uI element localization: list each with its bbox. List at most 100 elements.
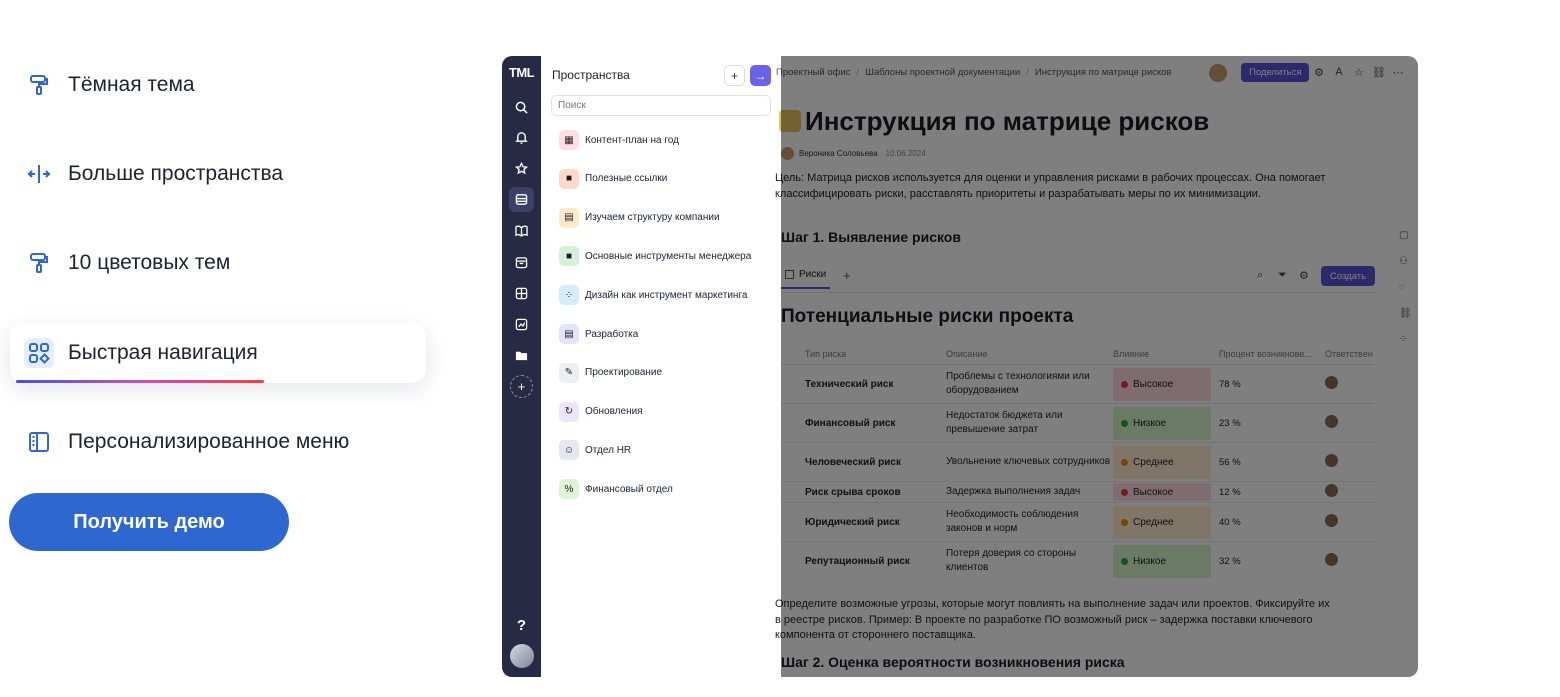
space-item[interactable]: ■ Основные инструменты менеджера — [559, 245, 751, 267]
add-tab-button[interactable]: + — [843, 268, 851, 283]
bell-icon[interactable] — [512, 128, 531, 147]
percent-cell: 12 % — [1219, 481, 1325, 503]
font-icon[interactable]: A — [1332, 66, 1346, 78]
status-dot — [1121, 557, 1128, 565]
go-button[interactable]: → — [750, 65, 771, 86]
impact-cell[interactable]: Низкое — [1113, 403, 1219, 443]
doc-date: 10.06.2024 — [885, 149, 926, 158]
link-icon[interactable]: ⛓ — [1399, 308, 1412, 319]
create-button[interactable]: Создать — [1321, 266, 1376, 286]
space-item[interactable]: ↻ Обновления — [559, 401, 643, 423]
star-icon[interactable] — [512, 159, 531, 178]
space-item[interactable]: ■ Полезные ссылки — [559, 168, 667, 190]
refresh-icon: ↻ — [559, 401, 579, 422]
breadcrumb-item[interactable]: Проектный офис — [776, 67, 850, 78]
active-progress-bar — [16, 380, 264, 383]
impact-cell[interactable]: Высокое — [1113, 364, 1219, 404]
add-space-button[interactable]: + — [724, 65, 745, 86]
feature-color-themes[interactable]: 10 цветовых тем — [10, 233, 426, 293]
space-item[interactable]: ▤ Изучаем структуру компании — [559, 207, 720, 229]
search-icon[interactable] — [512, 98, 531, 117]
responsible-cell[interactable] — [1325, 364, 1375, 404]
impact-cell[interactable]: Среднее — [1113, 442, 1219, 482]
table-heading: Потенциальные риски проекта — [781, 306, 1074, 327]
table-row[interactable]: Репутационный риск Потеря доверия со стор… — [781, 541, 1375, 581]
feature-dark-theme[interactable]: Тёмная тема — [10, 55, 426, 115]
document-area: Проектный офис / Шаблоны проектной докумен… — [775, 56, 1418, 677]
pencil-icon: ✎ — [559, 362, 579, 383]
table-icon — [785, 270, 794, 279]
column-header[interactable]: Влияние — [1113, 344, 1219, 365]
table-icon[interactable] — [512, 284, 531, 303]
feature-personal-menu[interactable]: Персонализированное меню — [10, 412, 426, 472]
column-header[interactable]: Ответствен — [1325, 344, 1375, 365]
space-item[interactable]: % Финансовый отдел — [559, 478, 673, 500]
status-dot — [1121, 518, 1128, 526]
space-item[interactable]: ▦ Контент-план на год — [559, 129, 679, 151]
star-icon[interactable]: ☆ — [1352, 66, 1366, 79]
percent-icon: % — [559, 479, 579, 500]
table-row[interactable]: Риск срыва сроков Задержка выполнения зад… — [781, 481, 1375, 503]
table-row[interactable]: Технический риск Проблемы с технологиями … — [781, 364, 1375, 404]
space-item[interactable]: ☺ Отдел HR — [559, 439, 631, 461]
space-item[interactable]: ✎ Проектирование — [559, 362, 662, 384]
link-icon[interactable]: ⛓ — [1372, 66, 1386, 79]
avatar — [1325, 376, 1338, 389]
help-icon[interactable]: ? — [502, 617, 541, 634]
spaces-icon[interactable] — [509, 187, 534, 212]
table-row[interactable]: Финансовый риск Недостаток бюджета или пр… — [781, 403, 1375, 443]
feature-quick-navigation[interactable]: Быстрая навигация — [10, 323, 426, 383]
comment-icon[interactable]: ▢ — [1399, 230, 1408, 241]
more-icon[interactable]: ⋯ — [1391, 66, 1405, 79]
share-button[interactable]: Поделиться — [1241, 63, 1310, 82]
clipboard-icon: ▤ — [559, 207, 579, 228]
space-item[interactable]: ▤ Разработка — [559, 323, 638, 345]
impact-cell[interactable]: Высокое — [1113, 481, 1219, 503]
settings-icon[interactable]: ⚙ — [1299, 269, 1309, 282]
percent-cell: 32 % — [1219, 541, 1325, 581]
search-input[interactable] — [551, 95, 771, 116]
avatar — [1325, 454, 1338, 467]
breadcrumb-item[interactable]: Инструкция по матрице рисков — [1035, 67, 1172, 78]
sidebar-layout-icon — [24, 427, 54, 457]
filter-icon[interactable]: ⏷ — [1278, 269, 1287, 282]
breadcrumb-item[interactable]: Шаблоны проектной документации — [865, 67, 1020, 78]
impact-cell[interactable]: Низкое — [1113, 541, 1219, 581]
table-row[interactable]: Человеческий риск Увольнение ключевых сот… — [781, 442, 1375, 482]
space-item-label: Дизайн как инструмент маркетинга — [585, 289, 748, 301]
responsible-cell[interactable] — [1325, 502, 1375, 542]
book-icon[interactable] — [512, 221, 531, 240]
impact-cell[interactable]: Среднее — [1113, 502, 1219, 542]
add-space-icon[interactable]: + — [510, 375, 533, 398]
feature-more-space[interactable]: Больше пространства — [10, 144, 426, 204]
risk-description: Потеря доверия со стороны клиентов — [946, 541, 1113, 581]
calendar-icon: ▦ — [559, 130, 579, 150]
table-toolbar: Риски + ⌕ ⏷ ⚙ Создать — [781, 263, 1376, 293]
impact-badge: Низкое — [1113, 406, 1211, 440]
avatar[interactable] — [1209, 64, 1227, 82]
settings-icon[interactable]: ⚙ — [1312, 66, 1326, 79]
column-header[interactable]: Тип риска — [781, 344, 946, 365]
search-icon[interactable]: ⌕ — [1257, 269, 1263, 282]
column-header[interactable]: Процент возникнове... — [1219, 344, 1325, 365]
avatar[interactable] — [510, 644, 534, 668]
apps-icon[interactable]: ⁘ — [1399, 334, 1407, 345]
chat-icon[interactable]: ◌ — [1399, 282, 1405, 293]
calendar-icon[interactable] — [512, 253, 531, 272]
tab-risks[interactable]: Риски — [781, 269, 831, 289]
body-text: Определите возможные угрозы, которые мог… — [775, 598, 1330, 641]
responsible-cell[interactable] — [1325, 541, 1375, 581]
panel-title: Пространства — [552, 68, 630, 82]
responsible-cell[interactable] — [1325, 403, 1375, 443]
table-row[interactable]: Юридический риск Необходимость соблюдения… — [781, 502, 1375, 542]
get-demo-button[interactable]: Получить демо — [9, 493, 289, 551]
impact-badge: Высокое — [1113, 483, 1211, 501]
chart-icon[interactable] — [512, 315, 531, 334]
folder-icon[interactable] — [512, 346, 531, 365]
space-item[interactable]: ⁘ Дизайн как инструмент маркетинга — [559, 284, 747, 306]
page-title: Инструкция по матрице рисков — [779, 106, 1209, 137]
responsible-cell[interactable] — [1325, 442, 1375, 482]
responsible-cell[interactable] — [1325, 481, 1375, 503]
users-icon[interactable]: ⚇ — [1399, 256, 1408, 267]
column-header[interactable]: Описание — [946, 344, 1113, 365]
